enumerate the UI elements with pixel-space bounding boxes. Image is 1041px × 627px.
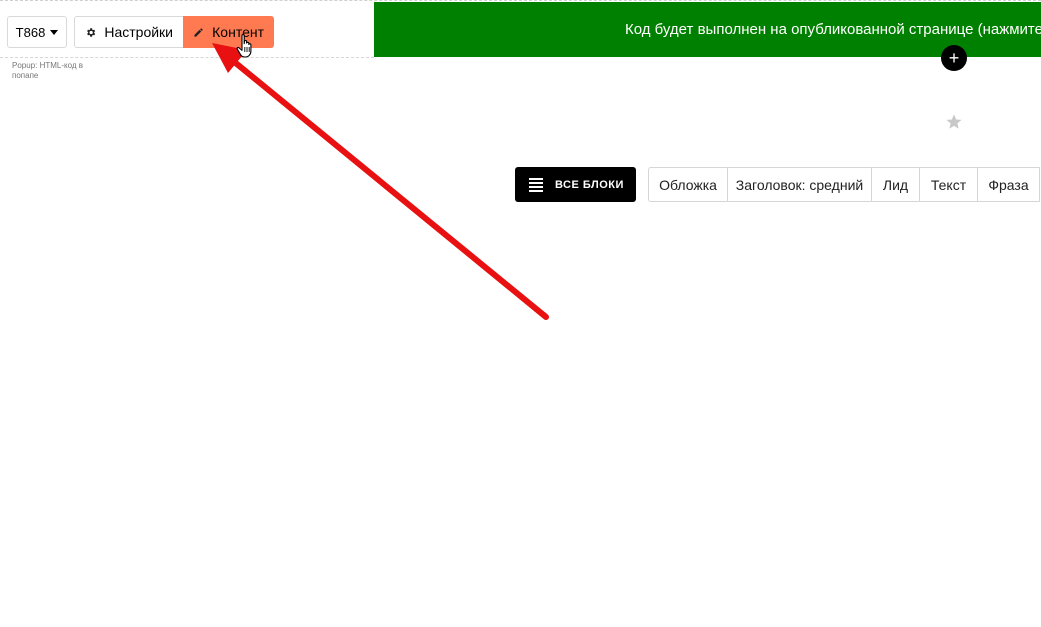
block-bottom-divider <box>0 57 374 58</box>
pencil-icon <box>194 27 203 37</box>
block-id-dropdown[interactable]: T868 <box>7 16 67 48</box>
tab-text[interactable]: Текст <box>920 168 978 201</box>
settings-label: Настройки <box>104 24 173 40</box>
red-arrow-icon <box>212 43 549 320</box>
content-button[interactable]: Контент <box>183 16 274 48</box>
all-blocks-button[interactable]: ВСЕ БЛОКИ <box>515 167 636 202</box>
star-icon[interactable] <box>945 113 963 131</box>
tab-heading-medium[interactable]: Заголовок: средний <box>728 168 872 201</box>
block-top-divider <box>0 0 1041 1</box>
plus-icon: + <box>948 48 960 68</box>
block-id-label: T868 <box>15 24 46 40</box>
menu-icon <box>529 177 543 192</box>
banner-text: Код будет выполнен на опубликованной стр… <box>625 21 1041 38</box>
tab-phrase[interactable]: Фраза <box>978 168 1040 201</box>
block-category-tabs: Обложка Заголовок: средний Лид Текст Фра… <box>648 167 1040 202</box>
hand-cursor-icon <box>236 34 252 58</box>
all-blocks-label: ВСЕ БЛОКИ <box>555 178 624 191</box>
tab-lead[interactable]: Лид <box>872 168 920 201</box>
gear-icon <box>87 27 96 37</box>
chevron-down-icon <box>50 29 59 35</box>
add-block-button[interactable]: + <box>941 45 967 71</box>
settings-button[interactable]: Настройки <box>74 16 183 48</box>
tab-cover[interactable]: Обложка <box>649 168 728 201</box>
html-code-notice-banner: Код будет выполнен на опубликованной стр… <box>374 2 1041 57</box>
block-caption: Popup: HTML-код в попапе <box>12 61 84 80</box>
